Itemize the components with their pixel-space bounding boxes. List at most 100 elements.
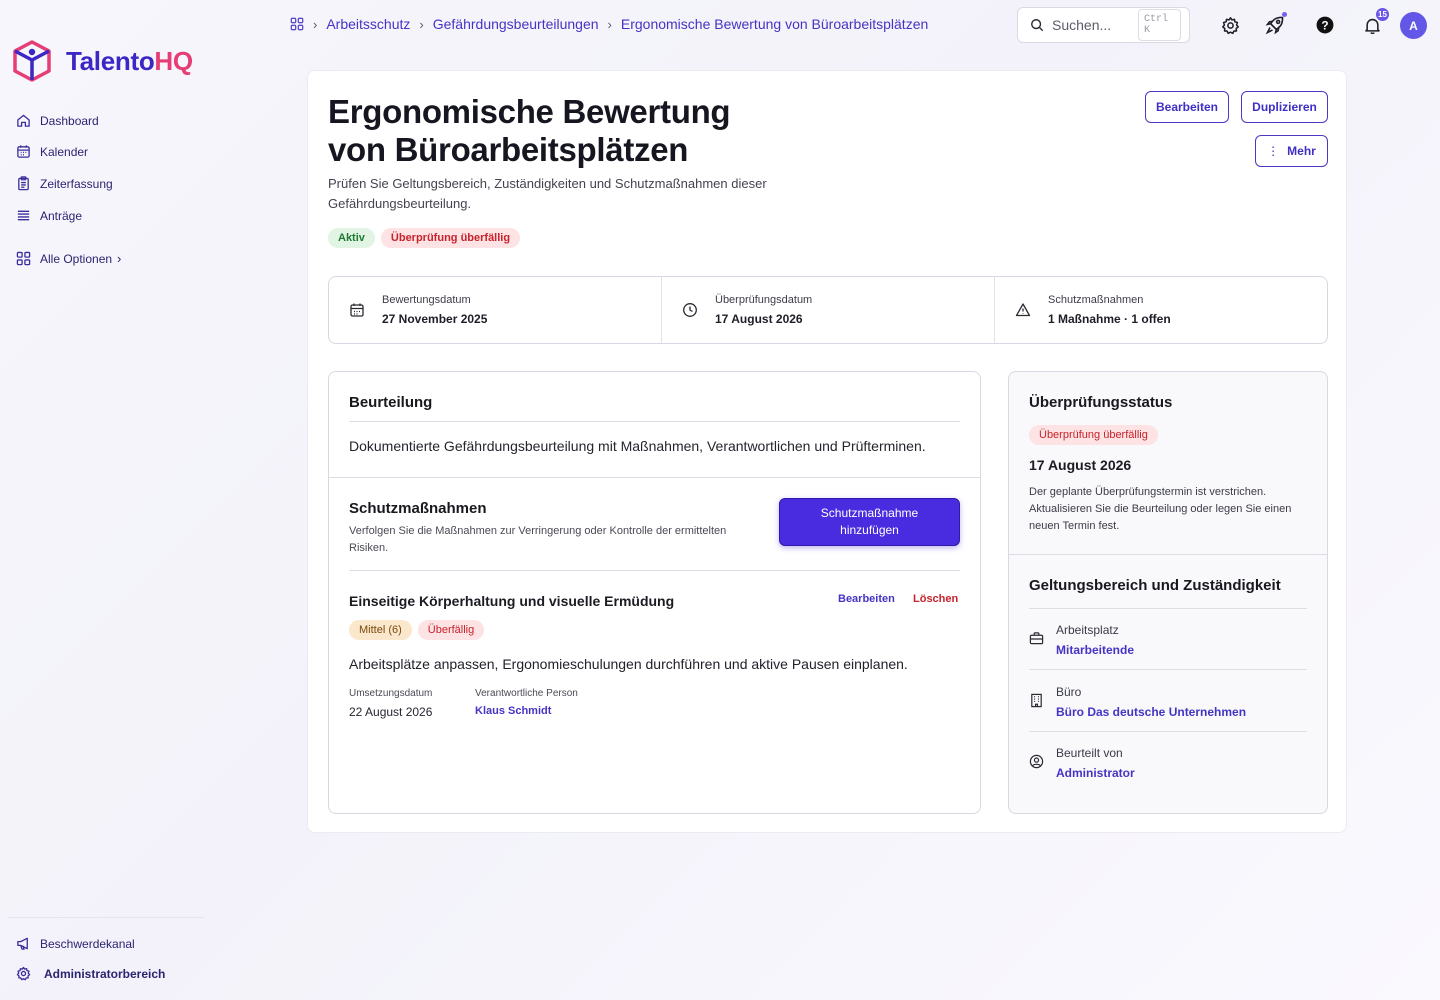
measure-edit-link[interactable]: Bearbeiten xyxy=(838,593,895,605)
duplicate-button[interactable]: Duplizieren xyxy=(1241,91,1328,123)
stat-value: 17 August 2026 xyxy=(715,312,803,326)
divider xyxy=(1029,731,1307,732)
sidebar-divider xyxy=(8,917,204,918)
measure-delete-link[interactable]: Löschen xyxy=(913,593,958,605)
new-indicator-dot xyxy=(1282,12,1287,17)
settings-button[interactable] xyxy=(1218,13,1242,37)
sidebar-item-beschwerdekanal[interactable]: Beschwerdekanal xyxy=(16,936,135,951)
scope-label: Beurteilt von xyxy=(1056,746,1123,760)
overdue-badge: Überfällig xyxy=(417,620,485,640)
logo-text: TalentoHQ xyxy=(66,45,193,76)
sidebar-item-dashboard[interactable]: Dashboard xyxy=(16,113,99,128)
svg-text:?: ? xyxy=(1321,18,1328,32)
stat-value: 1 Maßnahme · 1 offen xyxy=(1048,312,1171,326)
home-icon xyxy=(16,113,31,128)
building-icon xyxy=(1029,693,1044,719)
scope-title: Geltungsbereich und Zuständigkeit xyxy=(1029,577,1281,594)
page-subtitle: Prüfen Sie Geltungsbereich, Zuständigkei… xyxy=(328,176,767,211)
gear-icon xyxy=(1221,16,1240,35)
stat-label: Bewertungsdatum xyxy=(382,294,471,306)
grid-icon xyxy=(16,251,31,266)
breadcrumb-item[interactable]: Arbeitsschutz xyxy=(326,16,410,32)
whats-new-button[interactable] xyxy=(1263,12,1287,37)
review-panel: Überprüfungsstatus Überprüfung überfälli… xyxy=(1008,371,1328,814)
chevron-right-icon: › xyxy=(419,16,424,32)
sidebar-item-label: Beschwerdekanal xyxy=(40,936,135,951)
stat-review-date: Überprüfungsdatum 17 August 2026 xyxy=(662,277,995,343)
measure-owner: Verantwortliche Person Klaus Schmidt xyxy=(475,688,578,717)
scope-item-assessed-by: Beurteilt von Administrator xyxy=(1029,746,1135,780)
review-date: 17 August 2026 xyxy=(1029,457,1132,473)
measure-badges: Mittel (6) Überfällig xyxy=(349,620,485,640)
scope-item-office: Büro Büro Das deutsche Unternehmen xyxy=(1029,685,1246,719)
measure-title: Einseitige Körperhaltung und visuelle Er… xyxy=(349,593,675,609)
help-button[interactable]: ? xyxy=(1313,13,1337,37)
grid-icon[interactable] xyxy=(290,17,304,31)
stat-assessment-date: Bewertungsdatum 27 November 2025 xyxy=(329,277,662,343)
breadcrumb-current[interactable]: Ergonomische Bewertung von Büroarbeitspl… xyxy=(621,16,928,32)
stat-value: 27 November 2025 xyxy=(382,312,488,326)
gear-icon xyxy=(16,966,31,981)
divider xyxy=(1009,554,1327,555)
calendar-icon xyxy=(349,302,365,318)
list-icon xyxy=(16,208,31,223)
edit-button[interactable]: Bearbeiten xyxy=(1145,91,1229,123)
sidebar-item-antraege[interactable]: Anträge xyxy=(16,208,82,223)
sidebar-item-label: Kalender xyxy=(40,144,89,159)
logo[interactable]: TalentoHQ xyxy=(12,40,193,82)
measures-description: Verfolgen Sie die Maßnahmen zur Verringe… xyxy=(349,525,727,554)
owner-label: Verantwortliche Person xyxy=(475,688,578,699)
help-circle-icon: ? xyxy=(1316,16,1334,34)
scope-label: Arbeitsplatz xyxy=(1056,623,1119,637)
avatar[interactable]: A xyxy=(1400,12,1427,39)
review-title: Überprüfungsstatus xyxy=(1029,394,1173,411)
scope-value-link[interactable]: Büro Das deutsche Unternehmen xyxy=(1056,705,1246,719)
clipboard-icon xyxy=(16,176,31,191)
due-label: Umsetzungsdatum xyxy=(349,688,433,699)
scope-item-workplace: Arbeitsplatz Mitarbeitende xyxy=(1029,623,1134,657)
chevron-right-icon: › xyxy=(313,16,318,32)
search-input[interactable] xyxy=(1052,17,1138,33)
more-button[interactable]: ⋮ Mehr xyxy=(1255,135,1328,167)
add-measure-button[interactable]: Schutzmaßnahme hinzufügen xyxy=(779,498,960,546)
clock-icon xyxy=(682,302,698,318)
status-badge-overdue: Überprüfung überfällig xyxy=(380,228,521,248)
stat-label: Überprüfungsdatum xyxy=(715,294,813,306)
sidebar-item-administratorbereich[interactable]: Administratorbereich xyxy=(16,966,165,981)
status-badges: Aktiv Überprüfung überfällig xyxy=(328,228,521,248)
divider xyxy=(349,570,960,571)
sidebar-item-zeiterfassung[interactable]: Zeiterfassung xyxy=(16,176,113,191)
notification-count-badge: 15 xyxy=(1376,8,1389,21)
calendar-icon xyxy=(16,144,31,159)
assessment-description: Dokumentierte Gefährdungsbeurteilung mit… xyxy=(349,438,926,454)
breadcrumb: › Arbeitsschutz › Gefährdungsbeurteilung… xyxy=(290,16,928,32)
chevron-right-icon: › xyxy=(117,251,122,266)
sidebar: TalentoHQ Dashboard Kalender Zeiterfassu… xyxy=(0,0,210,1000)
user-circle-icon xyxy=(1029,754,1044,780)
divider xyxy=(329,477,980,478)
review-note: Der geplante Überprüfungstermin ist vers… xyxy=(1029,486,1292,532)
scope-value-link[interactable]: Administrator xyxy=(1056,766,1135,780)
search-icon xyxy=(1030,18,1044,32)
search-shortcut: Ctrl K xyxy=(1138,9,1181,41)
more-vertical-icon: ⋮ xyxy=(1267,144,1280,158)
sidebar-item-alle-optionen[interactable]: Alle Optionen › xyxy=(16,251,121,266)
owner-link[interactable]: Klaus Schmidt xyxy=(475,705,578,717)
scope-value-link[interactable]: Mitarbeitende xyxy=(1056,643,1134,657)
search-box[interactable]: Ctrl K xyxy=(1017,7,1190,43)
page-title: Ergonomische Bewertung von Büroarbeitspl… xyxy=(328,93,731,168)
status-badge-active: Aktiv xyxy=(328,228,375,248)
divider xyxy=(1029,608,1307,609)
due-value: 22 August 2026 xyxy=(349,705,433,719)
divider xyxy=(349,421,960,422)
measure-due: Umsetzungsdatum 22 August 2026 xyxy=(349,688,432,719)
sidebar-item-kalender[interactable]: Kalender xyxy=(16,144,88,159)
sidebar-item-label: Dashboard xyxy=(40,113,99,128)
risk-badge: Mittel (6) xyxy=(349,620,412,640)
breadcrumb-item[interactable]: Gefährdungsbeurteilungen xyxy=(433,16,599,32)
assessment-title: Beurteilung xyxy=(349,394,433,411)
more-button-label: Mehr xyxy=(1287,144,1316,158)
warning-icon xyxy=(1015,302,1031,318)
sidebar-item-label: Alle Optionen xyxy=(40,251,113,266)
notifications-button[interactable]: 15 xyxy=(1360,8,1389,37)
